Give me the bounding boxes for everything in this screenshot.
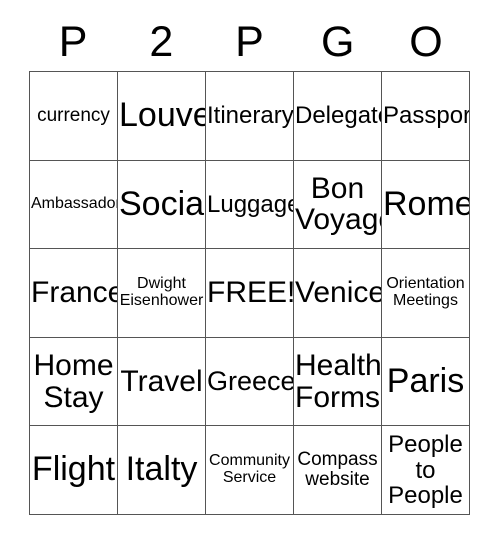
bingo-cell-label: Louve xyxy=(119,95,206,134)
bingo-grid: currency Louve Itinerary Delegate Passpo… xyxy=(29,71,470,515)
bingo-card: P 2 P G O currency Louve Itinerary Deleg… xyxy=(0,0,500,544)
bingo-cell-label: Ambassador xyxy=(31,194,118,212)
bingo-cell-label: Greece xyxy=(207,366,294,397)
bingo-cell[interactable]: Bon Voyage xyxy=(294,160,382,250)
bingo-cell[interactable]: Greece xyxy=(206,337,294,427)
bingo-cell[interactable]: Passport xyxy=(382,72,470,161)
bingo-cell-label: Compass website xyxy=(297,449,378,491)
bingo-cell[interactable]: Flight xyxy=(30,426,118,515)
bingo-cell-label: Italty xyxy=(125,450,198,489)
bingo-cell[interactable]: Orientation Meetings xyxy=(382,249,470,338)
bingo-cell-label: France xyxy=(31,276,118,310)
bingo-cell-label: Venice xyxy=(295,276,382,310)
bingo-cell-label: Rome xyxy=(383,184,470,223)
bingo-cell-label: Home Stay xyxy=(33,349,114,414)
bingo-cell-label: Paris xyxy=(386,361,465,400)
bingo-cell[interactable]: Community Service xyxy=(206,426,294,515)
bingo-cell[interactable]: Paris xyxy=(382,337,470,427)
bingo-cell[interactable]: currency xyxy=(30,72,118,161)
bingo-cell[interactable]: Venice xyxy=(294,249,382,338)
bingo-header-letter-2: 2 xyxy=(149,18,174,66)
bingo-header-letter-3: P xyxy=(235,18,264,66)
bingo-cell-label: Dwight Eisenhower xyxy=(119,275,204,309)
bingo-cell[interactable]: Itinerary xyxy=(206,72,294,161)
bingo-cell[interactable]: Travel xyxy=(118,337,206,427)
bingo-cell-label: Delegate xyxy=(295,102,382,130)
bingo-cell-label: Bon Voyage xyxy=(295,171,381,237)
bingo-cell-label: Orientation Meetings xyxy=(386,275,465,309)
bingo-header-row: P 2 P G O xyxy=(29,14,470,71)
bingo-cell[interactable]: Delegate xyxy=(294,72,382,161)
bingo-cell-label: FREE! xyxy=(207,276,294,310)
bingo-header-letter-1: P xyxy=(58,18,88,66)
bingo-cell-label: Travel xyxy=(120,364,203,398)
bingo-header-letter-5: O xyxy=(409,18,443,66)
bingo-cell-label: Passport xyxy=(383,102,470,130)
bingo-cell[interactable]: Health Forms xyxy=(294,337,382,427)
bingo-cell[interactable]: Luggage xyxy=(206,160,294,250)
bingo-cell[interactable]: Ambassador xyxy=(30,160,118,250)
bingo-cell[interactable]: Social xyxy=(118,160,206,250)
bingo-cell-label: Luggage xyxy=(207,190,294,218)
bingo-header-letter-4: G xyxy=(320,18,355,66)
bingo-cell[interactable]: Compass website xyxy=(294,426,382,515)
bingo-cell[interactable]: France xyxy=(30,249,118,338)
bingo-cell-label: Health Forms xyxy=(295,349,382,414)
bingo-cell-label: Flight xyxy=(31,450,116,489)
bingo-cell[interactable]: Home Stay xyxy=(30,337,118,427)
bingo-cell-label: Community Service xyxy=(209,452,290,487)
bingo-cell-label: currency xyxy=(37,104,110,126)
bingo-cell[interactable]: People to People xyxy=(382,426,470,515)
bingo-cell-label: Social xyxy=(119,184,206,223)
bingo-cell-free[interactable]: FREE! xyxy=(206,249,294,338)
bingo-cell-label: Itinerary xyxy=(207,102,294,130)
bingo-cell[interactable]: Louve xyxy=(118,72,206,161)
bingo-cell[interactable]: Dwight Eisenhower xyxy=(118,249,206,338)
bingo-cell[interactable]: Italty xyxy=(118,426,206,515)
bingo-cell-label: People to People xyxy=(388,431,463,509)
bingo-cell[interactable]: Rome xyxy=(382,160,470,250)
